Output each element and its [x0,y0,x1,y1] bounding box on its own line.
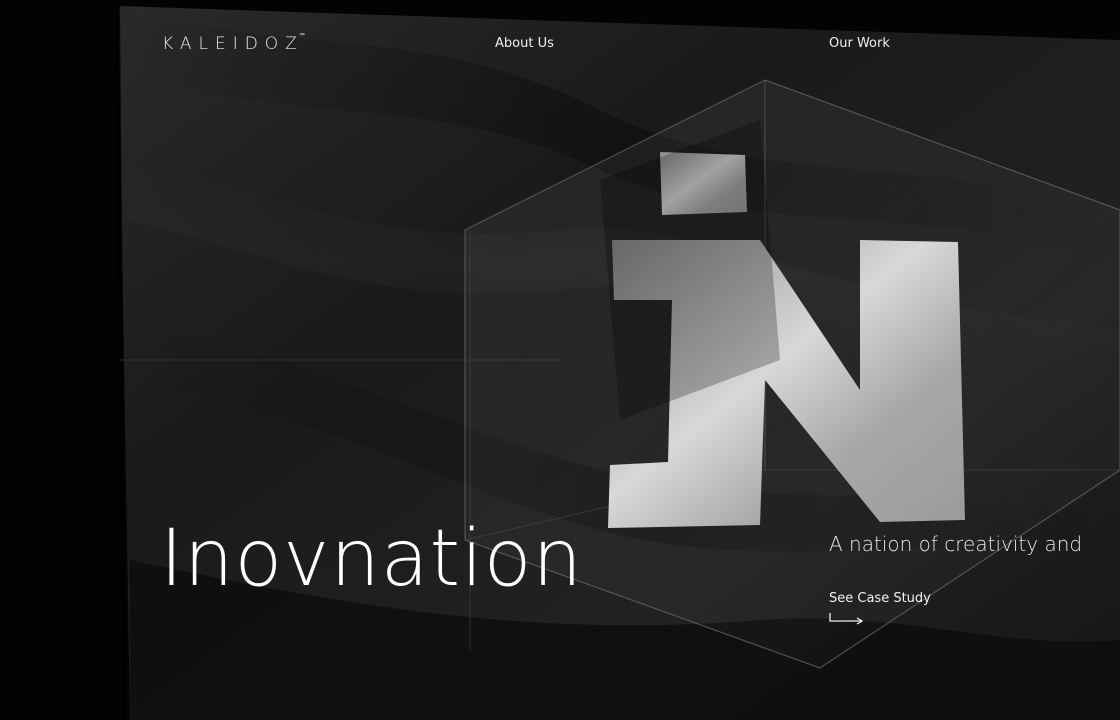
hero-tagline: A nation of creativity and [829,532,1083,556]
brand-logo-text: KALEIDOZ [162,34,304,54]
nav-about-link[interactable]: About Us [495,36,554,51]
hero-section: KALEIDOZ™ About Us Our Work Inovnation A… [0,0,1120,720]
see-case-study-link[interactable]: See Case Study [829,591,931,606]
hero-title: Inovnation [160,514,583,604]
arrow-right-icon[interactable] [829,612,865,626]
hero-flag-image [0,0,1120,720]
trademark-mark: ™ [298,32,305,39]
nav-our-work-link[interactable]: Our Work [829,36,890,51]
brand-logo[interactable]: KALEIDOZ™ [162,32,305,54]
